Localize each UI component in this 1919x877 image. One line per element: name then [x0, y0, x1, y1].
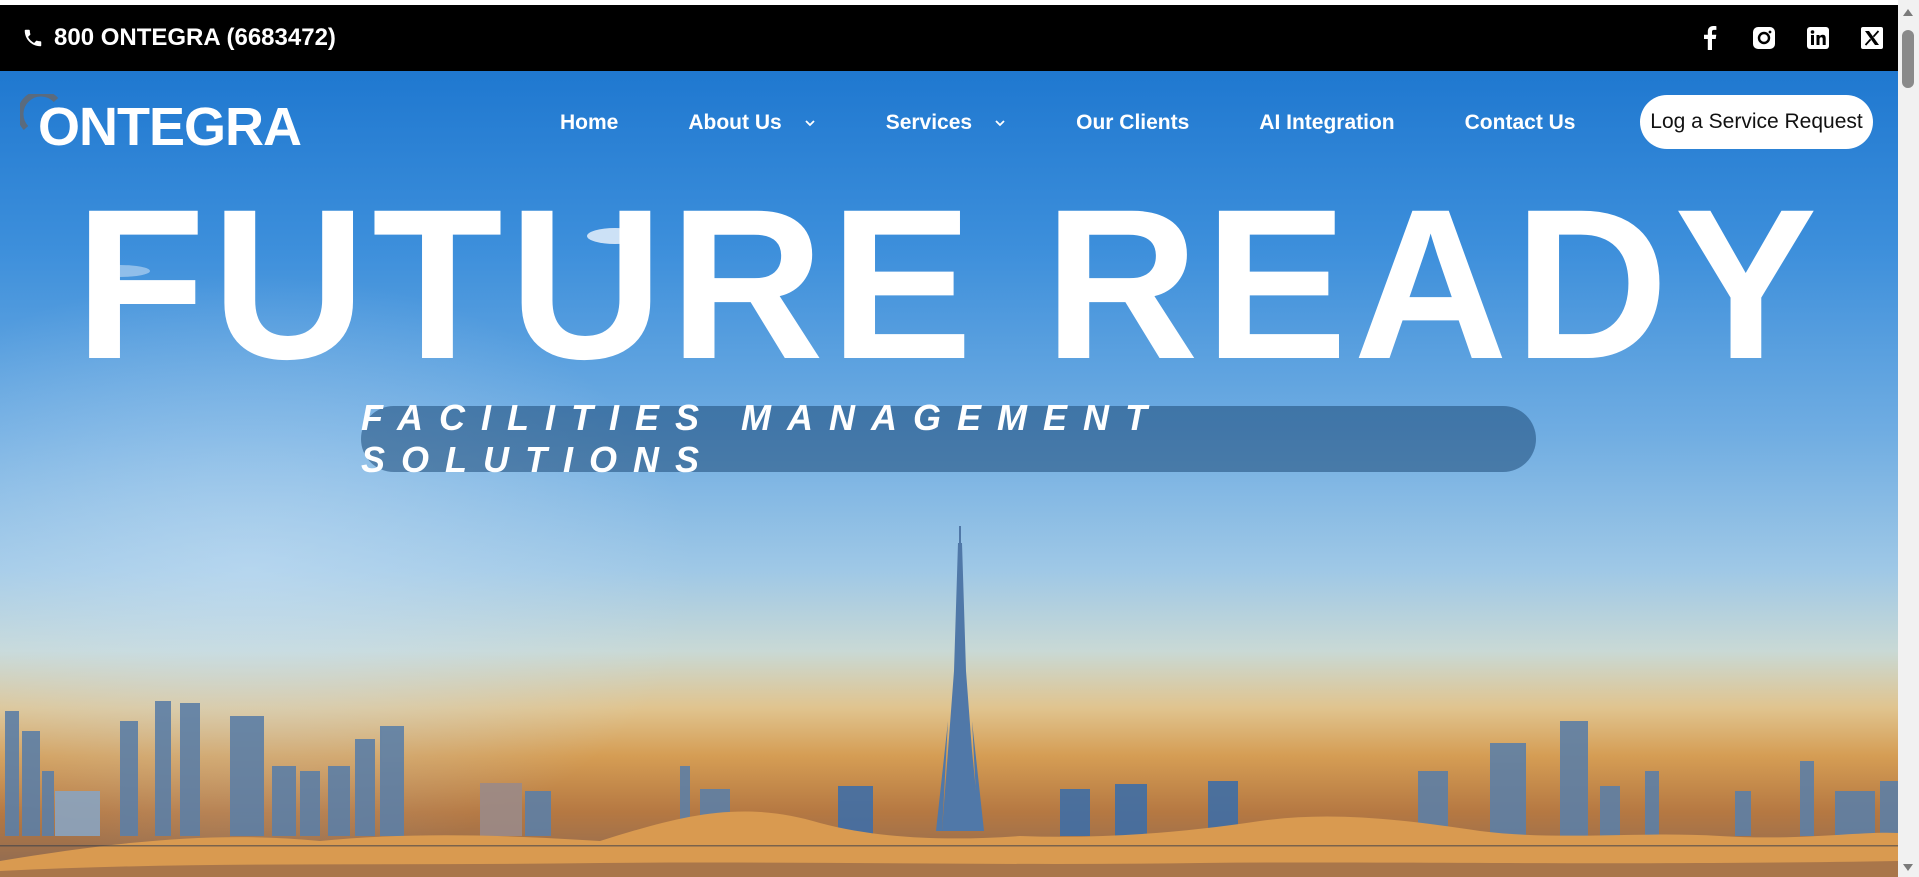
social-links: [1698, 5, 1884, 71]
nav-contact-us-label: Contact Us: [1464, 111, 1576, 134]
phone-number: 800 ONTEGRA (6683472): [54, 24, 336, 51]
instagram-icon[interactable]: [1752, 26, 1776, 50]
facebook-icon[interactable]: [1698, 26, 1722, 50]
scroll-down-arrow-icon[interactable]: [1903, 864, 1913, 871]
nav-ai-integration[interactable]: AI Integration: [1259, 111, 1394, 135]
hero-headline: FUTURE READY: [74, 165, 1824, 404]
ontegra-logo[interactable]: ONTEGRA: [20, 94, 302, 157]
nav-about-us-label: About Us: [688, 111, 782, 134]
top-bar: 800 ONTEGRA (6683472): [0, 5, 1898, 71]
nav-contact-us[interactable]: Contact Us: [1465, 111, 1576, 135]
nav-about-us[interactable]: About Us: [688, 111, 815, 135]
nav-our-clients[interactable]: Our Clients: [1076, 111, 1189, 135]
x-twitter-icon[interactable]: [1860, 26, 1884, 50]
nav-ai-integration-label: AI Integration: [1259, 111, 1395, 134]
nav-services-label: Services: [885, 111, 973, 134]
scrollbar-thumb[interactable]: [1902, 30, 1914, 88]
nav-home-label: Home: [560, 111, 619, 134]
hero-tagline: FACILITIES MANAGEMENT SOLUTIONS: [361, 397, 1536, 480]
nav-our-clients-label: Our Clients: [1076, 111, 1190, 134]
phone-contact[interactable]: 800 ONTEGRA (6683472): [22, 5, 336, 71]
nav-services[interactable]: Services: [886, 111, 1006, 135]
chevron-down-icon: [995, 120, 1005, 127]
linkedin-icon[interactable]: [1806, 26, 1830, 50]
vertical-scrollbar[interactable]: [1898, 0, 1919, 877]
chevron-down-icon: [805, 120, 815, 127]
scroll-up-arrow-icon[interactable]: [1903, 9, 1913, 16]
main-navigation: Home About Us Services Our Clients AI In…: [560, 95, 1646, 151]
hero-tagline-text: FACILITIES MANAGEMENT SOLUTIONS: [361, 397, 1163, 480]
phone-icon: [24, 29, 42, 47]
logo-text: ONTEGRA: [38, 97, 302, 157]
log-service-request-button[interactable]: Log a Service Request: [1640, 95, 1873, 149]
nav-home[interactable]: Home: [560, 111, 618, 135]
